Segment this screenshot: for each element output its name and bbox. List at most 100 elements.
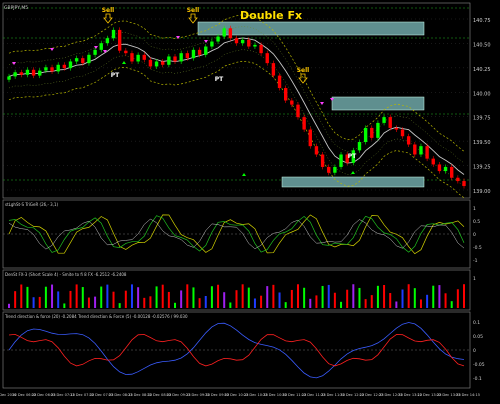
time-axis-label: 22 Dec 14:15: [456, 393, 480, 397]
candle-body: [62, 64, 67, 69]
histogram-bar: [235, 290, 238, 308]
histogram-bar: [26, 286, 29, 308]
price-axis-label: 139.00: [473, 189, 491, 195]
histogram-bar: [94, 296, 97, 308]
candle-body: [456, 177, 460, 182]
candle-body: [462, 181, 466, 187]
indicator1-axis-label: 0: [473, 232, 476, 238]
histogram-bar: [32, 297, 35, 308]
candle-body: [154, 61, 159, 67]
sell-label: Sell: [187, 7, 200, 14]
candle-body: [339, 154, 343, 167]
indicator1-axis-label: -1: [473, 258, 478, 264]
candle-body: [191, 49, 196, 59]
signal-arrow-icon: [242, 173, 246, 176]
candle-body: [333, 166, 337, 173]
pt-label: PT: [348, 153, 357, 160]
indicator1-axis-label: -0.5: [473, 245, 482, 251]
chart-title-text: Double Fx: [240, 9, 302, 22]
candle-body: [197, 49, 202, 55]
histogram-bar: [57, 291, 60, 308]
histogram-bar: [174, 302, 177, 308]
sell-arrow-icon: [103, 13, 113, 24]
histogram-bar: [358, 287, 361, 308]
histogram-bar: [192, 287, 195, 308]
histogram-bar: [143, 297, 146, 308]
signal-arrow-icon: [122, 61, 126, 64]
signal-arrow-icon: [94, 46, 98, 49]
histogram-bar: [303, 287, 306, 308]
candle-body: [93, 49, 97, 55]
histogram-bar: [180, 290, 183, 308]
candle-body: [74, 58, 79, 62]
histogram-bar: [401, 289, 404, 308]
histogram-bar: [278, 292, 281, 308]
histogram-bar: [223, 292, 226, 308]
histogram-bar: [106, 284, 109, 308]
candle-body: [167, 56, 171, 65]
candle-body: [179, 53, 183, 62]
pt-label: PT: [111, 72, 120, 79]
candle-body: [296, 104, 300, 118]
candle-body: [56, 64, 60, 72]
candle-body: [44, 67, 48, 71]
candle-body: [111, 29, 116, 39]
signal-arrow-icon: [176, 36, 180, 39]
candle-body: [185, 53, 190, 59]
histogram-bar: [444, 293, 447, 308]
histogram-bar: [352, 284, 355, 308]
histogram-bar: [426, 294, 429, 308]
candle-body: [136, 54, 140, 62]
candle-body: [210, 41, 214, 47]
trend-line-blue: [8, 322, 465, 379]
histogram-bar: [389, 293, 392, 308]
indicator2-axis-label: 1: [473, 276, 476, 282]
histogram-bar: [309, 298, 312, 308]
histogram-bar: [130, 284, 133, 308]
price-axis-label: 140.75: [473, 18, 491, 24]
candle-body: [124, 50, 128, 54]
signal-arrow-icon: [320, 102, 324, 105]
candle-body: [443, 166, 448, 172]
histogram-bar: [340, 301, 343, 308]
histogram-bar: [210, 286, 213, 308]
sell-arrow-icon: [188, 13, 198, 24]
histogram-bar: [204, 296, 207, 308]
candle-body: [173, 56, 177, 62]
candle-body: [394, 127, 399, 130]
histogram-bar: [14, 291, 17, 308]
histogram-bar: [81, 287, 84, 308]
candle-body: [204, 46, 208, 55]
candle-body: [437, 164, 442, 172]
price-axis-label: 139.75: [473, 116, 491, 122]
candle-body: [68, 61, 73, 69]
oscillator-line-yellow: [8, 214, 465, 255]
signal-arrow-icon: [50, 48, 54, 51]
histogram-bar: [229, 302, 232, 308]
sell-arrow-icon: [298, 73, 308, 84]
histogram-bar: [376, 285, 379, 308]
candle-body: [327, 166, 331, 173]
indicator4-axis-label: 0.05: [473, 334, 483, 340]
candle-body: [216, 36, 220, 42]
candle-body: [142, 54, 146, 60]
sell-label: Sell: [297, 67, 310, 74]
histogram-bar: [413, 288, 416, 308]
histogram-bar: [112, 291, 115, 308]
signal-arrow-icon: [204, 40, 208, 43]
histogram-bar: [51, 284, 54, 308]
candle-body: [253, 44, 257, 47]
histogram-bar: [137, 287, 140, 308]
histogram-bar: [149, 296, 152, 308]
candle-body: [13, 72, 17, 77]
candle-body: [31, 69, 36, 76]
candle-body: [419, 146, 423, 155]
indicator4-header: Trend direction & force (20) -0.2084 Tre…: [4, 314, 188, 319]
candle-body: [148, 59, 153, 67]
histogram-bar: [327, 284, 330, 308]
histogram-bar: [463, 284, 465, 308]
price-axis-label: 140.00: [473, 91, 491, 97]
histogram-bar: [253, 298, 256, 308]
histogram-bar: [321, 285, 324, 308]
candle-body: [105, 38, 110, 44]
